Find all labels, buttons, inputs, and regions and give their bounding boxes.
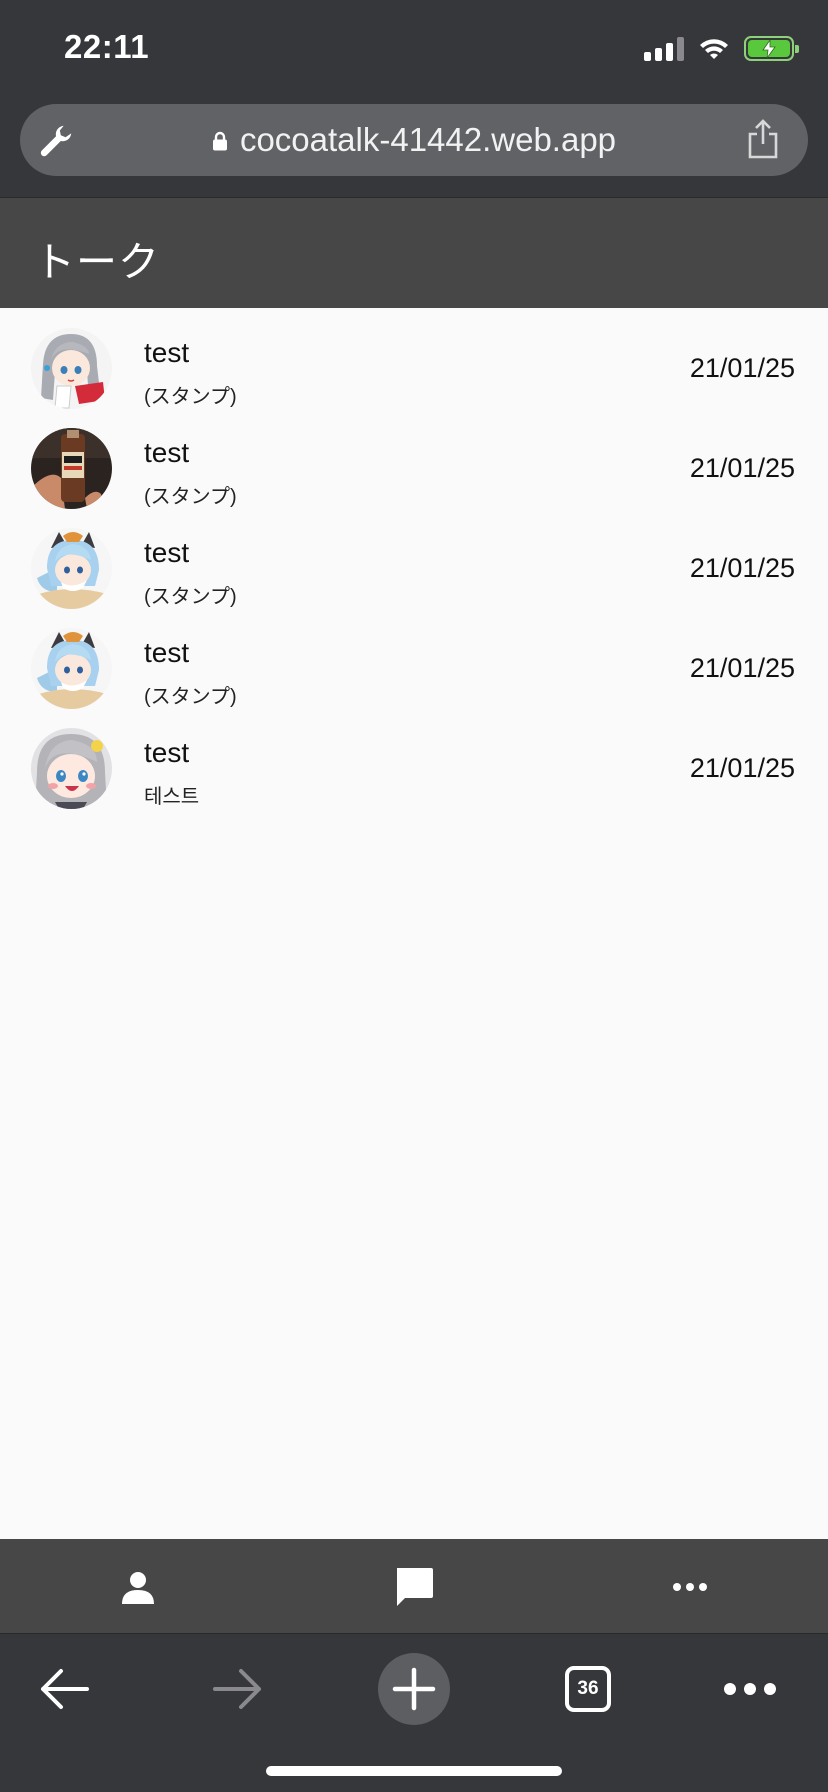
more-horizontal-icon: [673, 1582, 707, 1591]
more-horizontal-icon: [724, 1683, 776, 1695]
arrow-right-icon: [213, 1669, 261, 1709]
talk-list: test (スタンプ) 21/01/25 test (スタンプ) 21/01/2…: [0, 308, 828, 809]
talk-date: 21/01/25: [689, 653, 795, 683]
new-tab-button[interactable]: [364, 1644, 464, 1734]
anime-girl-gray-hair-chibi-avatar: [31, 728, 112, 809]
talk-list-item[interactable]: test 테스트 21/01/25: [0, 708, 828, 809]
forward-button[interactable]: [188, 1644, 288, 1734]
app-bottom-nav: [0, 1539, 828, 1634]
url-display[interactable]: cocoatalk-41442.web.app: [20, 104, 808, 176]
talk-last-message: (スタンプ): [144, 486, 237, 508]
battery-charging-icon: [744, 36, 799, 61]
talk-list-item[interactable]: test (スタンプ) 21/01/25: [0, 408, 828, 509]
talk-last-message: (スタンプ): [144, 586, 237, 608]
browser-bottom-toolbar: 36: [0, 1634, 828, 1792]
chat-bubble-icon: [397, 1567, 433, 1606]
talk-date: 21/01/25: [689, 753, 795, 783]
person-icon: [122, 1571, 154, 1604]
status-time: 22:11: [64, 28, 150, 65]
talk-name: test: [144, 337, 190, 368]
avatar: [31, 328, 112, 409]
page-title: トーク: [34, 239, 160, 285]
share-icon[interactable]: [746, 119, 780, 159]
talk-name: test: [144, 537, 190, 568]
talk-name: test: [144, 637, 190, 668]
avatar: [31, 428, 112, 509]
nav-talk-button[interactable]: [276, 1539, 552, 1634]
talk-date: 21/01/25: [689, 553, 795, 583]
browser-menu-button[interactable]: [700, 1644, 800, 1734]
tab-switcher-button[interactable]: 36: [538, 1644, 638, 1734]
address-bar[interactable]: cocoatalk-41442.web.app: [20, 104, 808, 176]
avatar: [31, 628, 112, 709]
avatar: [31, 528, 112, 609]
lock-icon: [212, 131, 227, 151]
anime-girl-blue-hair-cat-ears-avatar: [31, 528, 112, 609]
talk-last-message: 테스트: [144, 786, 200, 808]
talk-name: test: [144, 437, 190, 468]
browser-top-chrome: 22:11 cocoatalk-41442.web.app: [0, 0, 828, 197]
nav-more-button[interactable]: [552, 1539, 828, 1634]
talk-date: 21/01/25: [689, 453, 795, 483]
avatar: [31, 728, 112, 809]
talk-list-item[interactable]: test (スタンプ) 21/01/25: [0, 308, 828, 409]
drink-bottle-photo-avatar: [31, 428, 112, 509]
status-bar: 22:11: [0, 0, 828, 96]
talk-last-message: (スタンプ): [144, 386, 237, 408]
cellular-signal-icon: [644, 36, 684, 61]
talk-list-item[interactable]: test (スタンプ) 21/01/25: [0, 608, 828, 709]
anime-girl-silver-hair-avatar: [31, 328, 112, 409]
back-button[interactable]: [14, 1644, 114, 1734]
url-text: cocoatalk-41442.web.app: [239, 121, 617, 158]
nav-friends-button[interactable]: [0, 1539, 276, 1634]
talk-name: test: [144, 737, 190, 768]
talk-date: 21/01/25: [689, 353, 795, 383]
status-icons: [644, 36, 799, 61]
arrow-left-icon: [41, 1669, 89, 1709]
wifi-icon: [700, 38, 728, 59]
app-header: トーク: [0, 197, 828, 308]
tab-count-badge: 36: [565, 1666, 611, 1712]
anime-girl-blue-hair-cat-ears-avatar: [31, 628, 112, 709]
plus-icon: [378, 1653, 450, 1725]
talk-last-message: (スタンプ): [144, 686, 237, 708]
talk-list-item[interactable]: test (スタンプ) 21/01/25: [0, 508, 828, 609]
home-indicator: [266, 1766, 562, 1776]
